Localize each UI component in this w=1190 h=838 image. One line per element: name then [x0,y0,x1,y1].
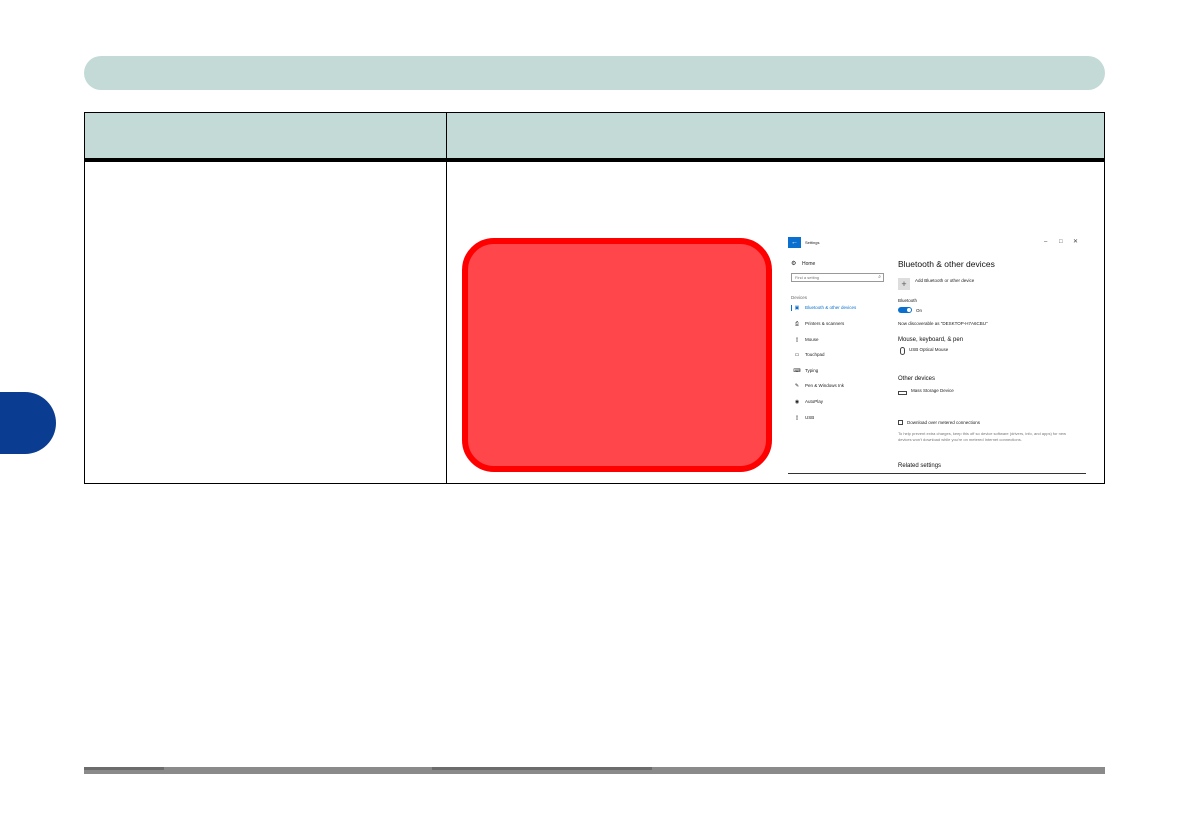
minimize-icon[interactable]: – [1044,239,1047,245]
redaction-box [462,238,772,472]
printer-icon: ⎙ [794,321,799,327]
nav-item-pen[interactable]: ✎ Pen & Windows Ink [791,381,885,391]
nav-item-autoplay[interactable]: ◉ AutoPlay [791,397,885,407]
bluetooth-toggle[interactable] [898,307,912,313]
usb-icon: ▯ [795,415,799,421]
bluetooth-label: Bluetooth [898,298,918,303]
window-bottom-rule [788,473,1086,474]
metered-help-text: To help prevent extra charges, keep this… [898,431,1067,442]
keyboard-icon: ⌨ [793,368,801,374]
add-device-button[interactable]: Add Bluetooth or other device [915,278,974,283]
table-header-row [85,113,1104,158]
nav-item-label: Printers & scanners [805,321,845,326]
search-icon: ⌕ [878,274,881,280]
nav-item-mouse[interactable]: ▯ Mouse [791,335,885,345]
footer-bar [84,767,1105,774]
settings-content: Bluetooth & other devices + Add Bluetoot… [788,251,1086,475]
settings-nav: ⚙ Home Find a setting ⌕ Devices ▣ Blueto… [788,251,886,475]
window-titlebar: ← Settings – □ ✕ [788,237,1086,248]
nav-item-label: Pen & Windows Ink [805,383,845,388]
back-arrow-icon[interactable]: ← [788,237,801,248]
metered-checkbox[interactable] [898,420,903,425]
pen-icon: ✎ [794,383,800,389]
touchpad-icon: ▭ [794,352,800,358]
find-setting-input[interactable]: Find a setting ⌕ [791,273,884,282]
nav-item-usb[interactable]: ▯ USB [791,413,885,423]
metered-checkbox-label: Download over metered connections [907,420,981,425]
section-related-settings: Related settings [898,463,942,469]
device-mass-storage[interactable]: Mass Storage Device [911,388,954,393]
table-column-divider [446,113,447,483]
window-title: Settings [805,240,820,245]
bluetooth-toggle-state: On [916,308,923,313]
nav-item-typing[interactable]: ⌨ Typing [791,366,885,376]
nav-item-label: Typing [805,368,819,373]
search-placeholder: Find a setting [795,275,820,280]
storage-device-icon [898,391,907,395]
plus-icon[interactable]: + [898,278,910,290]
chapter-header-bar [84,56,1105,90]
nav-item-label: Bluetooth & other devices [805,305,857,310]
nav-item-label: USB [805,415,815,420]
nav-item-label: Mouse [805,337,819,342]
footer-bar-segment [432,767,652,770]
close-icon[interactable]: ✕ [1073,239,1078,245]
home-gear-icon: ⚙ [791,261,797,267]
settings-window-screenshot: ← Settings – □ ✕ ⚙ Home Find a setting ⌕… [788,237,1086,475]
bluetooth-devices-icon: ▣ [794,305,800,311]
mouse-device-icon [900,347,905,355]
mouse-icon: ▯ [795,337,799,343]
maximize-icon[interactable]: □ [1059,239,1063,245]
autoplay-icon: ◉ [794,399,800,405]
table-header-rule [85,158,1104,162]
nav-item-bluetooth[interactable]: ▣ Bluetooth & other devices [791,303,885,313]
section-other-devices: Other devices [898,376,936,382]
section-mouse-keyboard-pen: Mouse, keyboard, & pen [898,337,964,343]
page-title: Bluetooth & other devices [898,259,995,269]
nav-item-touchpad[interactable]: ▭ Touchpad [791,350,885,360]
footer-bar-segment [84,767,164,770]
nav-item-printers[interactable]: ⎙ Printers & scanners [791,319,885,329]
chapter-side-tab [0,392,56,454]
discoverable-text: Now discoverable as "DESKTOP-H7A6CBU" [898,321,988,326]
nav-home[interactable]: Home [802,261,815,267]
nav-item-label: Touchpad [805,352,825,357]
nav-section-devices: Devices [791,295,808,300]
device-usb-optical-mouse[interactable]: USB Optical Mouse [909,347,948,352]
nav-item-label: AutoPlay [805,399,824,404]
